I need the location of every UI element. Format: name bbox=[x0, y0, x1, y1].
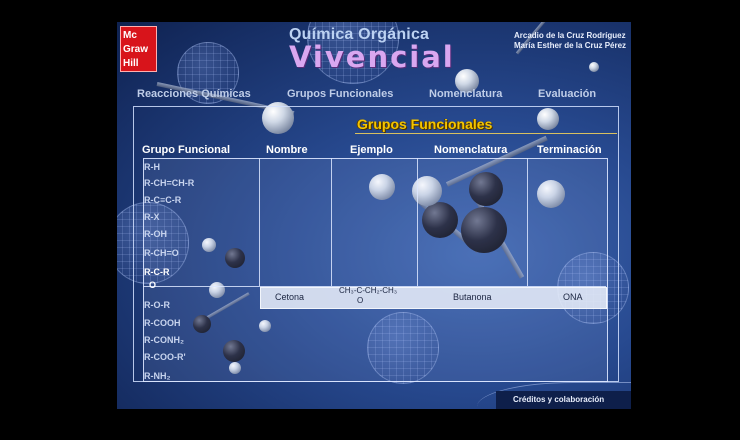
main-nav: Reacciones Químicas Grupos Funcionales N… bbox=[117, 88, 631, 102]
column-header-nomenclatura: Nomenclatura bbox=[434, 144, 508, 156]
functional-group-item[interactable]: R-CH=CH-R bbox=[144, 178, 194, 188]
logo-text-line: Hill bbox=[123, 58, 139, 69]
logo-text-line: Mc bbox=[123, 30, 137, 41]
functional-group-item[interactable]: R-NH₂ bbox=[144, 371, 171, 381]
functional-groups-table bbox=[143, 158, 608, 382]
functional-group-item[interactable]: R-CH=O bbox=[144, 248, 179, 258]
column-header-nombre: Nombre bbox=[266, 144, 308, 156]
functional-group-item[interactable]: R-COO-R' bbox=[144, 352, 186, 362]
cell-nombre: Cetona bbox=[275, 292, 305, 302]
functional-group-item[interactable]: R-H bbox=[144, 162, 160, 172]
functional-group-item[interactable]: R-X bbox=[144, 212, 160, 222]
functional-group-item[interactable]: R-OH bbox=[144, 229, 167, 239]
cell-terminacion: ONA bbox=[563, 292, 583, 302]
nav-grupos-funcionales[interactable]: Grupos Funcionales bbox=[287, 88, 393, 100]
nav-nomenclatura[interactable]: Nomenclatura bbox=[429, 88, 502, 100]
functional-group-item[interactable]: R-CONH₂ bbox=[144, 335, 184, 345]
column-header-ejemplo: Ejemplo bbox=[350, 144, 393, 156]
app-window: Mc Graw Hill Química Orgánica Vivencial … bbox=[117, 22, 631, 409]
table-divider bbox=[259, 158, 260, 286]
author-name: María Esther de la Cruz Pérez bbox=[514, 41, 627, 50]
author-name: Arcadio de la Cruz Rodríguez bbox=[514, 31, 626, 40]
app-title-logo: Vivencial bbox=[289, 40, 455, 74]
title-underline bbox=[355, 133, 617, 134]
authors: Arcadio de la Cruz Rodríguez María Esthe… bbox=[514, 31, 626, 51]
nav-reacciones-quimicas[interactable]: Reacciones Químicas bbox=[137, 88, 251, 100]
table-divider bbox=[331, 158, 332, 286]
functional-group-item[interactable]: R-O-R bbox=[144, 300, 170, 310]
column-header-grupo-funcional: Grupo Funcional bbox=[142, 144, 230, 156]
credits-button[interactable]: Créditos y colaboración bbox=[513, 395, 604, 404]
cell-ejemplo-oxygen: O bbox=[357, 296, 364, 305]
section-title: Grupos Funcionales bbox=[357, 116, 493, 132]
nav-evaluacion[interactable]: Evaluación bbox=[538, 88, 596, 100]
mcgraw-hill-logo: Mc Graw Hill bbox=[120, 26, 157, 72]
cell-nomenclatura: Butanona bbox=[453, 292, 492, 302]
functional-group-item[interactable]: R-C≡C-R bbox=[144, 195, 181, 205]
functional-group-item[interactable]: R-COOH bbox=[144, 318, 181, 328]
table-divider bbox=[417, 158, 418, 286]
logo-text-line: Graw bbox=[123, 44, 149, 55]
column-header-terminacion: Terminación bbox=[537, 144, 602, 156]
cell-ejemplo: CH₃-C-CH₂-CH₃ bbox=[339, 286, 398, 295]
carbonyl-oxygen: O bbox=[149, 280, 157, 290]
selected-row: Cetona CH₃-C-CH₂-CH₃ O Butanona ONA bbox=[260, 286, 607, 309]
decorative-sphere bbox=[589, 62, 599, 72]
functional-group-item-selected[interactable]: R-C-R bbox=[144, 267, 170, 277]
table-divider bbox=[527, 158, 528, 286]
